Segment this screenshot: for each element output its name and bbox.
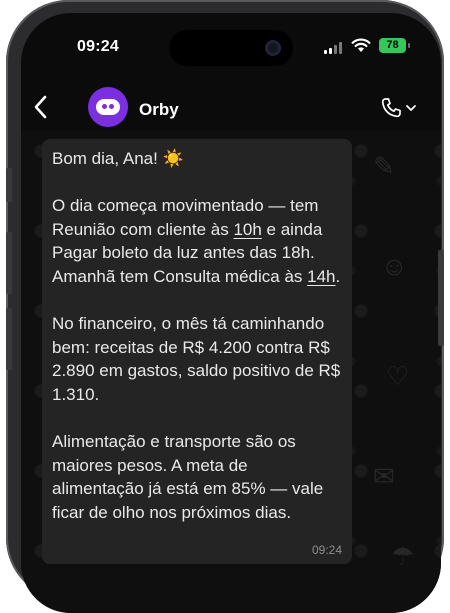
camera-icon (265, 40, 281, 56)
phone-icon (381, 98, 401, 118)
message-agenda: O dia começa movimentado — tem Reunião c… (52, 194, 342, 288)
battery-cap (408, 43, 410, 48)
avatar-eye-right (109, 104, 114, 109)
screen: 09:24 78 Orby ✎ ☺ ♡ ✉ ☂ Bom dia, Ana! ☀️… (21, 13, 441, 613)
avatar-face (96, 99, 120, 115)
chat-header: Orby (21, 73, 441, 131)
status-bar: 09:24 78 (21, 13, 441, 73)
message-categories: Alimentação e transporte são os maiores … (52, 432, 324, 522)
chevron-left-icon[interactable] (33, 95, 47, 119)
message-timestamp: 09:24 (311, 543, 342, 557)
time-link-10h[interactable]: 10h (233, 220, 261, 239)
doodle-wallpaper-icon: ✉ (373, 461, 395, 491)
action-button (6, 168, 12, 202)
doodle-wallpaper-icon: ☂ (391, 541, 415, 571)
message-bubble[interactable]: Bom dia, Ana! ☀️ O dia começa movimentad… (42, 139, 352, 564)
message-finance: No financeiro, o mês tá caminhando bem: … (52, 314, 341, 404)
chat-area: ✎ ☺ ♡ ✉ ☂ Bom dia, Ana! ☀️ O dia começa … (21, 131, 441, 613)
sun-emoji-icon: ☀️ (162, 149, 184, 168)
doodle-wallpaper-icon: ♡ (386, 361, 410, 391)
avatar-eye-left (102, 104, 107, 109)
volume-up-button (6, 232, 12, 294)
bot-avatar-icon[interactable] (88, 87, 128, 127)
contact-name[interactable]: Orby (139, 100, 179, 120)
doodle-wallpaper-icon: ☺ (381, 251, 408, 281)
message-greeting: Bom dia, Ana! ☀️ (52, 147, 342, 171)
wifi-icon (351, 38, 371, 52)
side-button (438, 250, 444, 346)
agenda-text-3: . (335, 266, 341, 286)
message-text: Bom dia, Ana! ☀️ O dia começa movimentad… (52, 147, 342, 525)
chevron-down-icon (406, 105, 416, 111)
doodle-wallpaper-icon: ✎ (373, 151, 395, 181)
greeting-text: Bom dia, Ana! (52, 149, 158, 168)
dynamic-island (169, 30, 293, 66)
battery-indicator: 78 (379, 38, 406, 53)
status-time: 09:24 (77, 38, 119, 55)
call-button[interactable] (379, 96, 417, 120)
time-link-14h[interactable]: 14h (307, 267, 335, 286)
phone-frame: 09:24 78 Orby ✎ ☺ ♡ ✉ ☂ Bom dia, Ana! ☀️… (6, 0, 444, 613)
cellular-signal-icon (324, 42, 342, 54)
volume-down-button (6, 308, 12, 370)
